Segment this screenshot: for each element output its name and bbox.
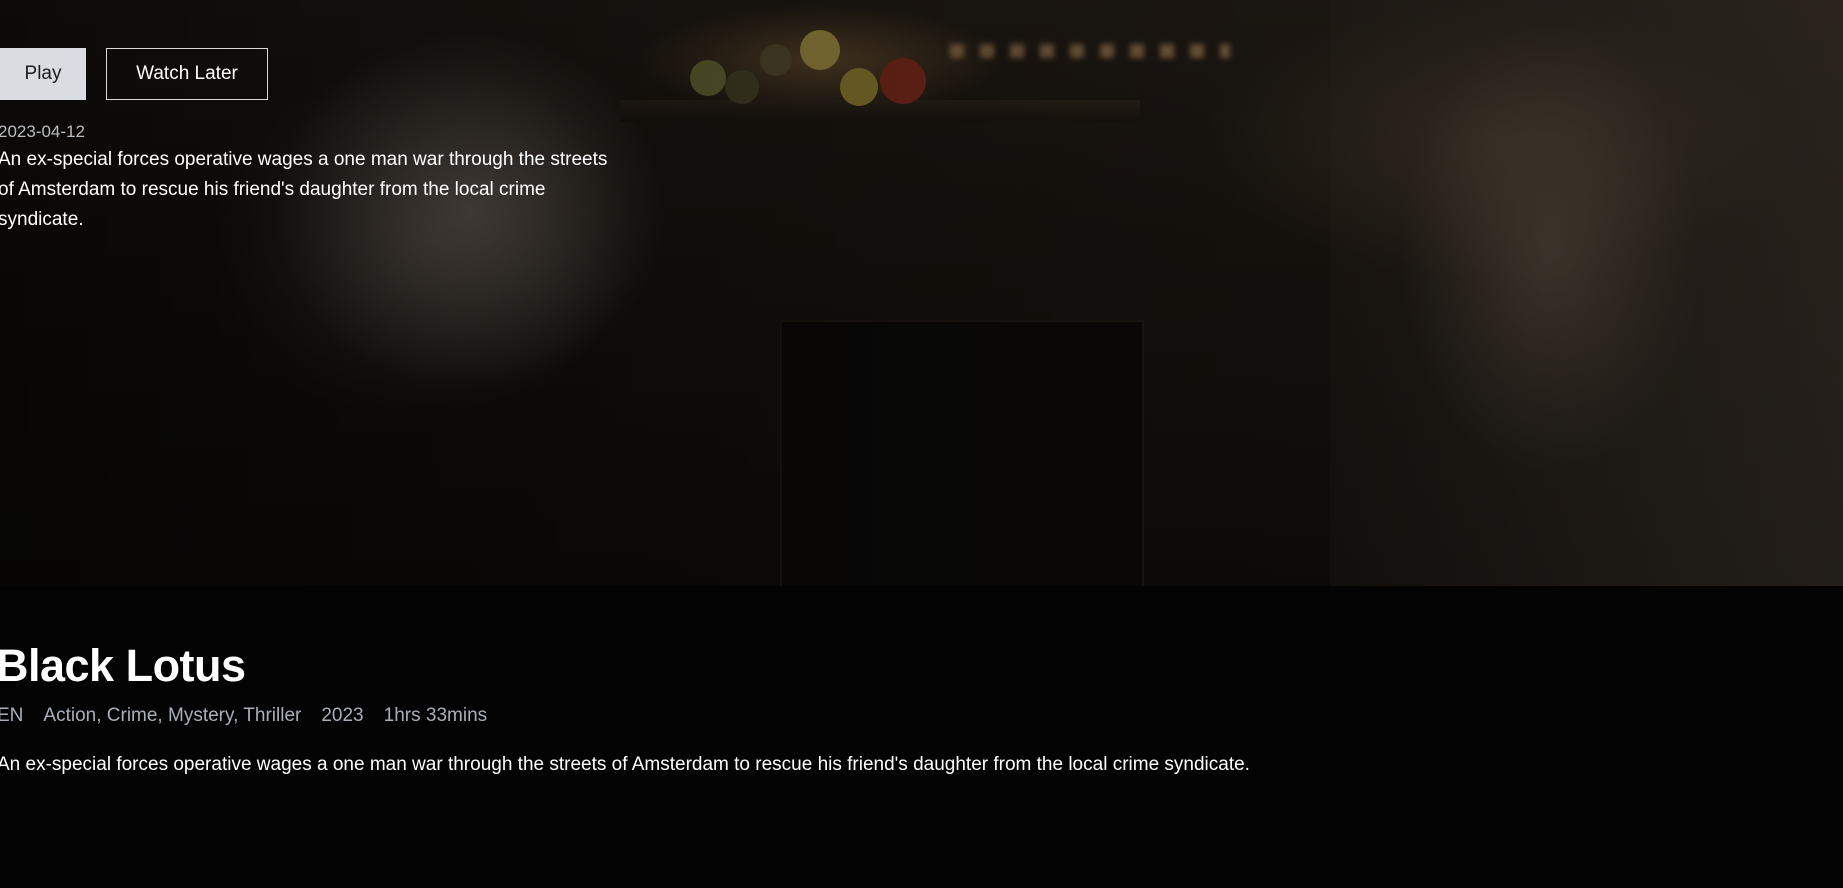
movie-detail-page: Play Watch Later 2023-04-12 An ex-specia… [0,0,1843,888]
backdrop-shade [0,0,1843,586]
hero-description: An ex-special forces operative wages a o… [0,149,608,230]
hero-actions: Play Watch Later [0,48,268,100]
movie-description: An ex-special forces operative wages a o… [0,754,1250,775]
watch-later-button[interactable]: Watch Later [106,48,268,100]
year-label: 2023 [321,705,364,726]
release-date: 2023-04-12 [0,122,85,141]
language-label: EN [0,705,24,726]
movie-title: Black Lotus [0,640,246,691]
meta-row: EN Action, Crime, Mystery, Thriller 2023… [0,705,487,727]
runtime-label: 1hrs 33mins [383,705,488,726]
genres-label: Action, Crime, Mystery, Thriller [43,705,302,726]
play-button[interactable]: Play [0,48,86,100]
hero-backdrop: Play Watch Later 2023-04-12 An ex-specia… [0,0,1843,586]
